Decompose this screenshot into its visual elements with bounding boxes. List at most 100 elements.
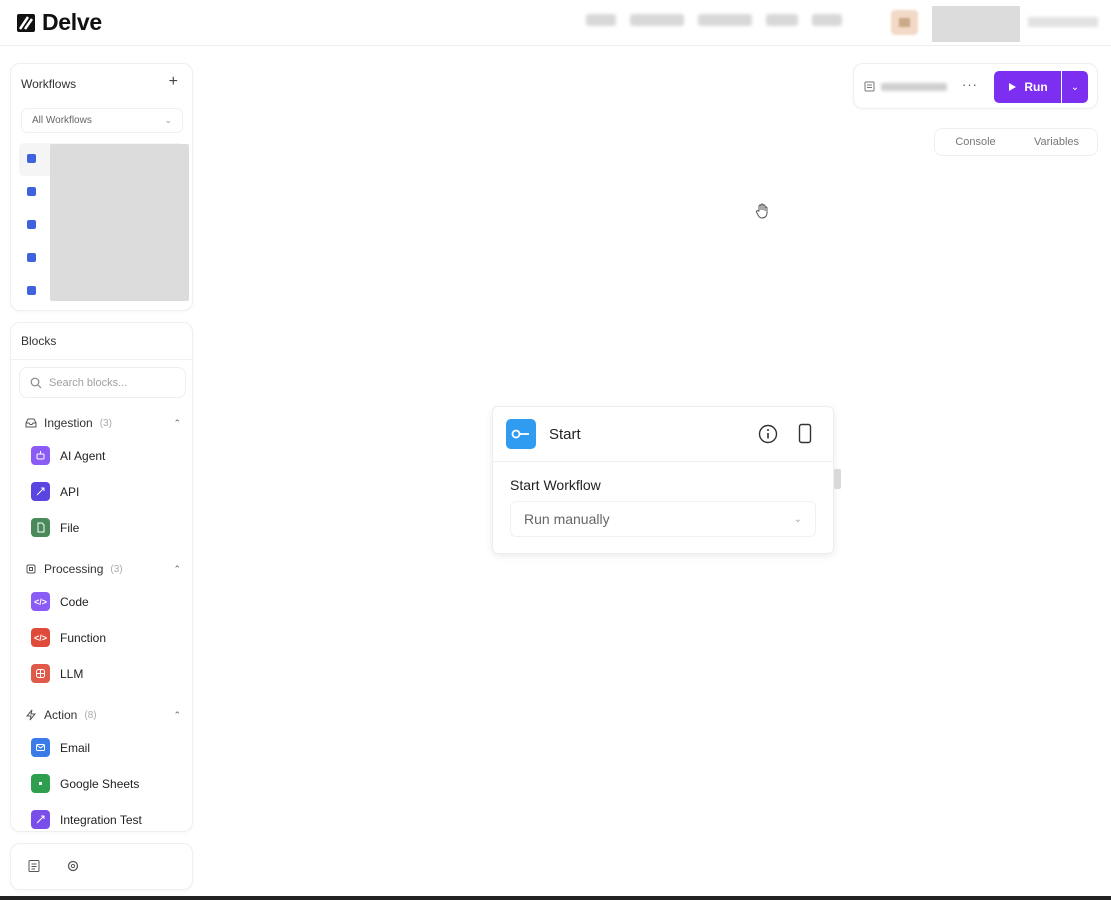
search-placeholder: Search blocks... (49, 376, 128, 389)
node-resize-handle[interactable] (834, 469, 841, 489)
chevron-up-icon[interactable]: ⌃ (173, 710, 181, 721)
workflow-name[interactable] (881, 83, 947, 91)
account-detail (1028, 17, 1098, 27)
category-ingestion[interactable]: Ingestion (3) ⌃ (25, 416, 181, 430)
category-count: (3) (110, 563, 123, 575)
logs-icon[interactable] (27, 859, 41, 873)
nav-item[interactable] (812, 14, 842, 26)
category-count: (8) (84, 709, 97, 721)
block-llm[interactable]: LLM (31, 664, 83, 683)
workflow-icon (864, 81, 875, 92)
workflow-filter-select[interactable]: All Workflows ⌄ (21, 108, 183, 133)
start-trigger-select[interactable]: Run manually ⌄ (510, 501, 816, 537)
block-label: Function (60, 630, 107, 645)
block-api[interactable]: API (31, 482, 79, 501)
blocks-panel: Blocks Search blocks... Ingestion (3) ⌃ … (10, 322, 193, 832)
field-label: Start Workflow (510, 477, 601, 493)
chevron-up-icon[interactable]: ⌃ (173, 418, 181, 429)
chevron-up-icon[interactable]: ⌃ (173, 564, 181, 575)
sidebar-footer (10, 843, 193, 890)
app-logo[interactable]: Delve (16, 9, 102, 36)
bottom-edge (0, 896, 1111, 900)
run-options-dropdown[interactable]: ⌄ (1062, 71, 1088, 103)
redacted-workflow-names (50, 144, 189, 301)
node-title: Start (549, 426, 581, 443)
mail-icon (31, 738, 50, 757)
block-code[interactable]: </> Code (31, 592, 89, 611)
workflow-color-dot (27, 154, 36, 163)
inbox-icon (25, 418, 37, 428)
code-icon: </> (31, 592, 50, 611)
panel-tabs: Console Variables (934, 128, 1098, 156)
block-google-sheets[interactable]: Google Sheets (31, 774, 139, 793)
workflow-color-dot (27, 220, 36, 229)
nav-item[interactable] (698, 14, 752, 26)
search-blocks-input[interactable]: Search blocks... (19, 367, 186, 398)
block-label: Code (60, 594, 89, 609)
gear-icon[interactable] (66, 859, 80, 873)
top-bar: Delve (0, 0, 1111, 46)
workflow-color-dot (27, 187, 36, 196)
hand-cursor-icon (756, 203, 768, 219)
category-processing[interactable]: Processing (3) ⌃ (25, 562, 181, 576)
block-ai-agent[interactable]: AI Agent (31, 446, 105, 465)
cpu-icon (26, 564, 36, 574)
run-button[interactable]: Run (994, 71, 1061, 103)
top-nav (586, 14, 842, 26)
block-label: Integration Test (60, 812, 142, 827)
rocket-icon (31, 810, 50, 829)
workflow-color-dot (27, 286, 36, 295)
workflows-panel: Workflows + All Workflows ⌄ (10, 63, 193, 311)
run-label: Run (1024, 80, 1048, 94)
category-name: Processing (44, 562, 104, 576)
file-icon (31, 518, 50, 537)
brain-icon (31, 664, 50, 683)
workflow-color-dot (27, 253, 36, 262)
category-action[interactable]: Action (8) ⌃ (25, 708, 181, 722)
avatar[interactable] (891, 10, 918, 35)
search-icon (30, 377, 42, 388)
nav-item[interactable] (766, 14, 798, 26)
chevron-down-icon: ⌄ (1070, 81, 1080, 93)
run-toolbar: ··· Run ⌄ (853, 63, 1098, 109)
tab-console[interactable]: Console (935, 136, 1016, 148)
block-label: AI Agent (60, 448, 106, 463)
node-header: Start (493, 407, 833, 462)
play-icon (1009, 83, 1017, 91)
account-menu[interactable] (932, 6, 1020, 42)
rocket-icon (31, 482, 50, 501)
key-icon (506, 419, 536, 449)
info-icon[interactable] (758, 424, 778, 444)
code-icon: </> (31, 628, 50, 647)
category-count: (3) (99, 417, 112, 429)
start-trigger-value: Run manually (524, 511, 610, 527)
logo-icon (17, 13, 35, 32)
block-email[interactable]: Email (31, 738, 90, 757)
lightning-icon (25, 709, 37, 721)
block-label: LLM (60, 666, 84, 681)
category-name: Action (44, 708, 78, 722)
nav-item[interactable] (586, 14, 616, 26)
sheets-icon (31, 774, 50, 793)
tab-variables[interactable]: Variables (1016, 136, 1097, 148)
block-label: File (60, 520, 80, 535)
app-name: Delve (42, 9, 102, 35)
block-integration-test[interactable]: Integration Test (31, 810, 142, 829)
start-node[interactable]: Start Start Workflow Run manually ⌄ (492, 406, 834, 554)
chevron-down-icon: ⌄ (164, 115, 172, 125)
block-label: API (60, 484, 80, 499)
mobile-icon[interactable] (798, 423, 812, 444)
block-label: Email (60, 740, 91, 755)
chevron-down-icon: ⌄ (793, 513, 802, 525)
workflows-title: Workflows (21, 77, 77, 91)
add-workflow-button[interactable]: + (169, 74, 178, 90)
block-label: Google Sheets (60, 776, 140, 791)
more-options-button[interactable]: ··· (962, 77, 978, 92)
nav-item[interactable] (630, 14, 684, 26)
category-name: Ingestion (44, 416, 93, 430)
block-function[interactable]: </> Function (31, 628, 106, 647)
workflow-filter-value: All Workflows (32, 115, 92, 126)
blocks-title: Blocks (11, 323, 192, 360)
block-file[interactable]: File (31, 518, 79, 537)
robot-icon (31, 446, 50, 465)
